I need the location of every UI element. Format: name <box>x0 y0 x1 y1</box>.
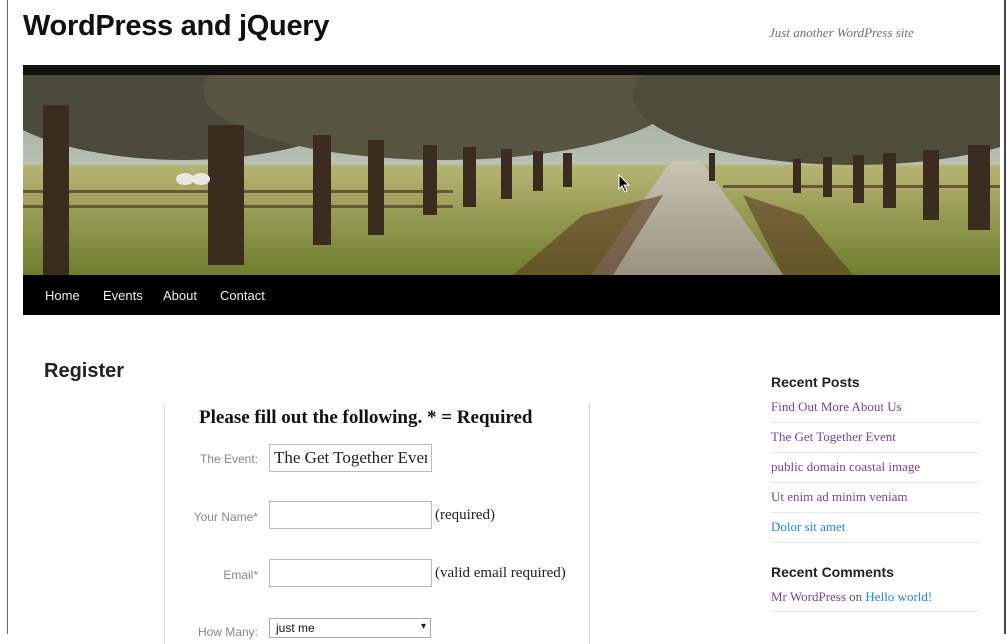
browser-frame-left <box>7 0 8 634</box>
event-label: The Event: <box>199 452 258 466</box>
comment-on-text: on <box>849 589 863 604</box>
form-heading: Please fill out the following. * = Requi… <box>199 407 533 428</box>
recent-posts-list: Find Out More About Us The Get Together … <box>771 393 979 543</box>
recent-posts-title: Recent Posts <box>771 374 860 390</box>
email-label: Email* <box>223 568 258 582</box>
comment-author-link[interactable]: Mr WordPress <box>771 589 846 604</box>
how-many-selected-value: just me <box>276 621 315 635</box>
recent-comments-title: Recent Comments <box>771 564 894 580</box>
how-many-label: How Many: <box>197 625 258 639</box>
how-many-select[interactable]: just me ▾ <box>269 618 431 638</box>
name-label: Your Name* <box>193 510 258 524</box>
recent-post-link[interactable]: Ut enim ad minim veniam <box>771 483 979 505</box>
chevron-down-icon: ▾ <box>420 621 426 632</box>
list-item: Find Out More About Us <box>771 393 979 423</box>
email-required-note: (valid email required) <box>435 565 566 581</box>
header-image <box>23 65 1000 275</box>
list-item: The Get Together Event <box>771 423 979 453</box>
divider <box>771 611 979 612</box>
nav-item-contact[interactable]: Contact <box>220 288 265 303</box>
name-required-note: (required) <box>435 507 495 523</box>
nav-item-events[interactable]: Events <box>103 288 143 303</box>
email-field[interactable] <box>269 559 432 587</box>
recent-post-link[interactable]: The Get Together Event <box>771 423 979 445</box>
nav-item-about[interactable]: About <box>163 288 197 303</box>
event-field[interactable] <box>269 444 432 472</box>
mouse-cursor-icon <box>618 174 631 193</box>
site-description: Just another WordPress site <box>769 25 914 40</box>
comment-post-link[interactable]: Hello world! <box>865 589 932 604</box>
recent-post-link[interactable]: Dolor sit amet <box>771 513 979 535</box>
recent-post-link[interactable]: public domain coastal image <box>771 453 979 475</box>
recent-comment: Mr WordPress on Hello world! <box>771 589 932 605</box>
nav-item-home[interactable]: Home <box>45 288 80 303</box>
site-title[interactable]: WordPress and jQuery <box>23 10 329 43</box>
list-item: Dolor sit amet <box>771 513 979 543</box>
list-item: public domain coastal image <box>771 453 979 483</box>
list-item: Ut enim ad minim veniam <box>771 483 979 513</box>
page-title: Register <box>44 360 125 382</box>
name-field[interactable] <box>269 501 432 529</box>
main-navigation: Home Events About Contact <box>23 275 1000 315</box>
recent-post-link[interactable]: Find Out More About Us <box>771 393 979 415</box>
